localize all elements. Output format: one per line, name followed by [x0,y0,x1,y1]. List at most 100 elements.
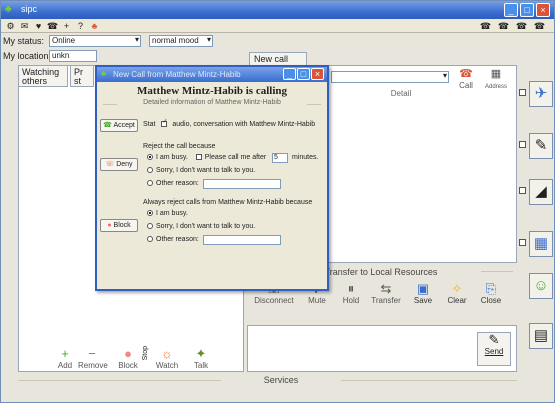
reject-sorry-label: Sorry, I don't want to talk to you. [156,167,256,174]
block-button[interactable]: ● Block [116,346,140,371]
block-caller-label: Block [113,222,131,229]
deny-label: Deny [116,161,133,168]
call-button[interactable]: ☎ Call [456,67,476,90]
tab-watching-others[interactable]: Watching others [18,65,68,87]
reject-other-option[interactable]: Other reason: [147,180,199,187]
minutes-input[interactable]: 5 [272,153,288,163]
tab-new-call[interactable]: New call [249,52,307,66]
reject-busy-radio[interactable] [147,154,153,160]
address-combo[interactable] [331,71,449,83]
tool-checkbox-2[interactable] [519,141,526,148]
status-select[interactable]: Online [49,35,141,47]
always-busy-option[interactable]: I am busy. [147,210,188,217]
block-icon: ● [124,346,132,361]
transfer-icon: ⇆ [380,281,392,296]
address-button[interactable]: ▦ Address [480,67,512,90]
maximize-button[interactable]: □ [520,3,534,17]
settings-icon[interactable]: ⚙ [4,20,17,32]
user-icon[interactable]: ☺ [529,273,553,299]
title-bar[interactable]: ♣ sipc _ □ × [1,1,554,19]
minimize-button[interactable]: _ [504,3,518,17]
close-call-icon: ⎘ [485,281,497,296]
send-button[interactable]: ✎ Send [477,332,511,366]
reject-sorry-option[interactable]: Sorry, I don't want to talk to you. [147,167,255,174]
message-icon[interactable]: ✉ [18,20,31,32]
detail-label: Detail [390,89,412,98]
line3-icon[interactable]: ☎ [515,20,528,32]
mood-select[interactable]: normal mood [149,35,213,47]
accept-button[interactable]: ☎ Accept [100,119,138,132]
reject-other-input[interactable] [203,179,281,189]
always-title: Always reject calls from Matthew Mintz-H… [143,199,313,206]
always-other-input[interactable] [203,235,281,245]
always-busy-radio[interactable] [147,210,153,216]
exit-icon[interactable]: ♣ [88,20,101,32]
call-after-label: Please call me after [204,154,267,161]
tab-new-call-label: New call [254,54,289,64]
deny-icon: ☏ [105,161,115,168]
always-sorry-label: Sorry, I don't want to talk to you. [156,223,256,230]
accept-icon: ☎ [103,122,112,129]
close-call-button[interactable]: ⎘ Close [475,281,507,306]
reject-sorry-radio[interactable] [147,167,153,173]
add-button[interactable]: + Add [54,346,76,371]
dialog-close-button[interactable]: × [311,68,324,80]
reject-other-radio[interactable] [147,180,153,186]
add-contact-icon: + [61,346,69,361]
deny-button[interactable]: ☏ Deny [100,158,138,171]
block-caller-button[interactable]: ● Block [100,219,138,232]
plane-icon[interactable]: ✈ [529,81,553,107]
talk-button[interactable]: ✦ Talk [189,347,213,371]
tool-checkbox-3[interactable] [519,187,526,194]
toolbar: ⚙ ✉ ♥ ☎ + ? ♣ ☎ ☎ ☎ ☎ [1,19,554,33]
clear-button[interactable]: ✧ Clear [443,281,471,306]
always-other-radio[interactable] [147,236,153,242]
location-field[interactable]: unkn [49,50,97,62]
remove-button[interactable]: − Remove [78,346,108,371]
block-label: Block [118,361,138,370]
transfer-button[interactable]: ⇆ Transfer [367,281,405,306]
tab-presence-label: Pr st [74,67,83,86]
chart-icon[interactable]: ◢ [529,179,553,205]
pen-icon[interactable]: ✎ [529,133,553,159]
phone-icon[interactable]: ☎ [46,20,59,32]
line4-icon[interactable]: ☎ [533,20,546,32]
watch-button[interactable]: ☼ Watch [153,347,181,371]
tool-checkbox-4[interactable] [519,239,526,246]
tab-presence[interactable]: Pr st [70,65,94,87]
always-sorry-radio[interactable] [147,223,153,229]
stop-label[interactable]: Stop [142,346,149,360]
audio-checkbox[interactable] [161,121,168,127]
dialog-minimize-button[interactable]: _ [283,68,296,80]
always-busy-label: I am busy. [156,210,188,217]
reject-busy-option[interactable]: I am busy. Please call me after [147,154,266,161]
call-after-checkbox[interactable] [195,154,202,160]
remove-label: Remove [78,361,108,370]
always-sorry-option[interactable]: Sorry, I don't want to talk to you. [147,223,255,230]
dialog-title: New Call from Matthew Mintz-Habib [113,70,241,79]
block-caller-icon: ● [107,222,112,229]
favorite-icon[interactable]: ♥ [32,20,45,32]
dialog-title-bar[interactable]: ♣ New Call from Matthew Mintz-Habib _ □ … [97,67,327,82]
minutes-label: minutes. [292,154,319,161]
hold-button[interactable]: ⏸ Hold [337,282,365,306]
remove-icon: − [88,346,96,361]
dialog-maximize-button[interactable]: □ [297,68,310,80]
document-icon[interactable]: ▤ [529,323,553,349]
help-icon[interactable]: ? [74,20,87,32]
clear-icon: ✧ [451,281,463,296]
tool-checkbox-1[interactable] [519,89,526,96]
close-button[interactable]: × [536,3,550,17]
mute-label: Mute [308,296,326,305]
accept-label: Accept [113,122,135,129]
line2-icon[interactable]: ☎ [497,20,510,32]
line1-icon[interactable]: ☎ [479,20,492,32]
address-book-icon: ▦ [490,68,502,80]
caller-heading: Matthew Mintz-Habib is calling [136,85,288,97]
always-other-option[interactable]: Other reason: [147,236,199,243]
add-icon[interactable]: + [60,20,73,32]
save-button[interactable]: ▣ Save [409,282,437,306]
clear-label: Clear [447,296,467,305]
screen-icon[interactable]: ▦ [529,231,553,257]
services-label[interactable]: Services [221,375,341,385]
